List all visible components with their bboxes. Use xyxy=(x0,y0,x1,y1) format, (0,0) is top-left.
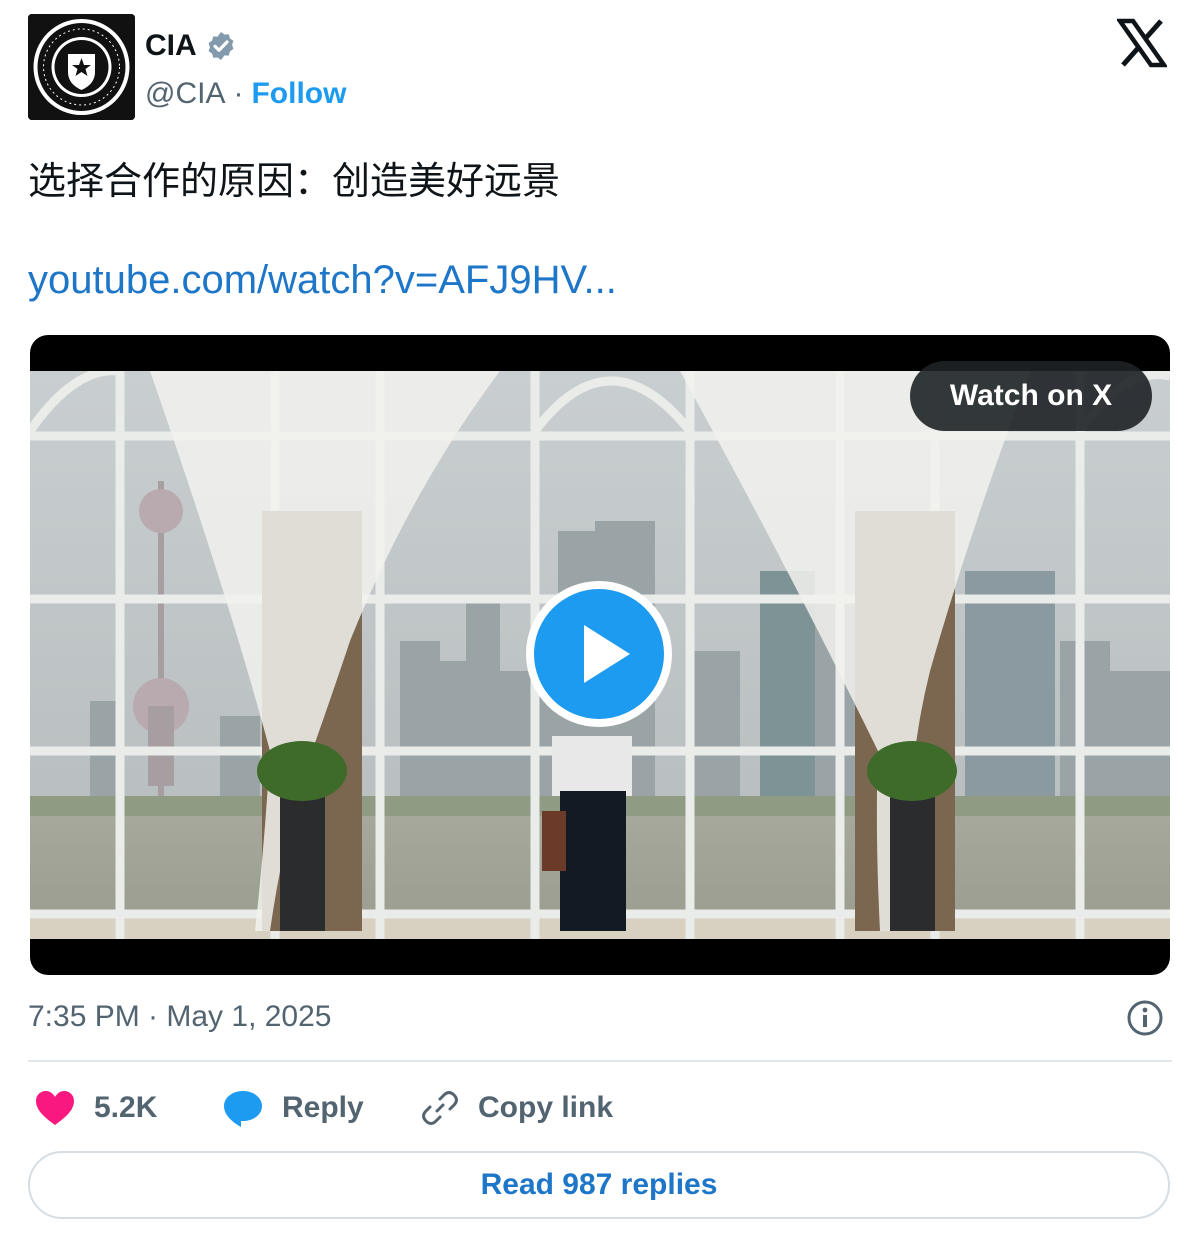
video-player[interactable]: Watch on X xyxy=(30,335,1170,975)
tweet-timestamp[interactable]: 7:35 PM · May 1, 2025 xyxy=(28,1000,332,1034)
play-icon xyxy=(584,625,630,683)
tweet-link[interactable]: youtube.com/watch?v=AFJ9HV... xyxy=(28,258,617,303)
heart-icon xyxy=(36,1091,74,1125)
read-replies-button[interactable]: Read 987 replies xyxy=(28,1151,1170,1219)
reply-bubble-icon xyxy=(224,1091,262,1127)
copy-link-label: Copy link xyxy=(478,1091,614,1124)
verified-badge-icon xyxy=(208,32,234,60)
link-icon xyxy=(422,1091,458,1125)
watch-on-x-button[interactable]: Watch on X xyxy=(910,361,1152,431)
separator-dot: · xyxy=(233,77,244,110)
divider xyxy=(28,1060,1172,1062)
like-button[interactable]: 5.2K xyxy=(34,1082,157,1134)
author-handle[interactable]: @CIA xyxy=(145,77,225,111)
x-logo-icon[interactable] xyxy=(1115,18,1169,68)
author-name-row: CIA xyxy=(145,26,237,66)
follow-button[interactable]: Follow xyxy=(251,77,346,111)
avatar[interactable] xyxy=(28,14,135,120)
tweet-text: 选择合作的原因：创造美好远景 xyxy=(28,161,561,203)
reply-button[interactable]: Reply xyxy=(222,1082,364,1134)
author-handle-row: @CIA · Follow xyxy=(145,74,346,114)
copy-link-button[interactable]: Copy link xyxy=(420,1082,613,1134)
reply-label: Reply xyxy=(282,1091,364,1124)
play-button[interactable] xyxy=(526,581,672,727)
like-count: 5.2K xyxy=(94,1091,158,1124)
cia-seal-icon xyxy=(28,14,135,120)
info-icon[interactable] xyxy=(1126,999,1164,1037)
author-display-name[interactable]: CIA xyxy=(145,29,197,63)
